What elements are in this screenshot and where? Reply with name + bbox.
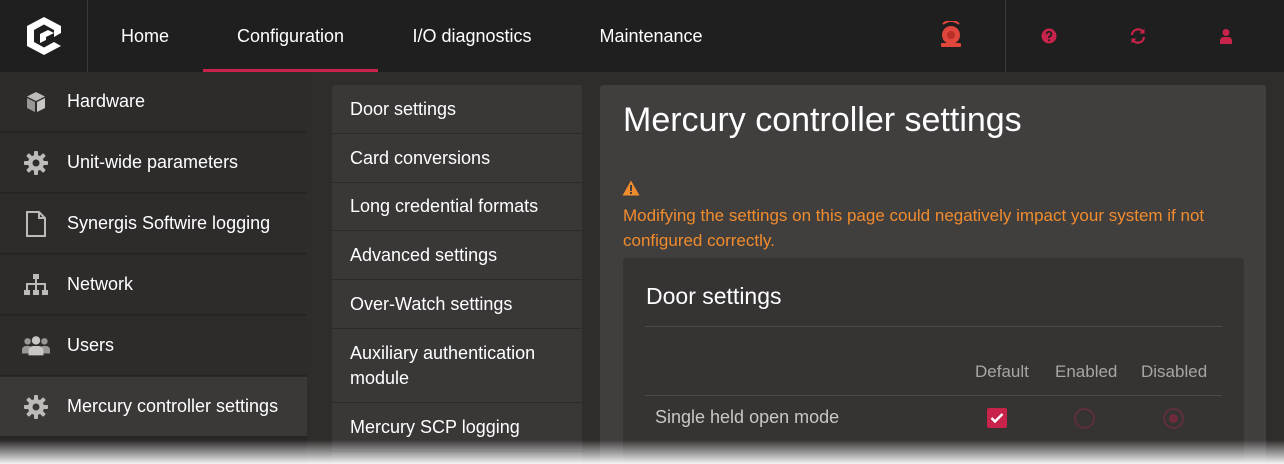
nav-configuration-label: Configuration [236,25,345,46]
sidebar-item-label: Mercury controller settings [67,396,279,416]
sidebar: Hardware Unit-wide parameters Synergis S… [0,72,307,464]
alarm-bell-icon [941,21,961,47]
default-checkbox[interactable] [987,408,1007,428]
gear-icon [22,393,50,421]
column-header-enabled: Enabled [1055,362,1118,381]
nav-home-label: Home [120,25,169,46]
submenu-item-mercury-scp-logging[interactable]: Mercury SCP logging [332,403,582,452]
warning-icon [622,180,640,201]
submenu-item-long-credential-formats[interactable]: Long credential formats [332,183,582,231]
divider [645,326,1222,327]
disabled-radio[interactable] [1163,408,1184,429]
sidebar-item-label: Users [67,335,115,355]
app-logo[interactable] [0,0,88,72]
sidebar-item-label: Hardware [67,91,146,111]
sidebar-item-label: Unit-wide parameters [67,152,239,172]
divider [645,395,1222,396]
door-settings-card: Door settings Default Enabled Disabled S… [623,258,1244,464]
nav-home[interactable]: Home [88,0,202,72]
submenu-item-label: Card conversions [350,147,491,168]
nav-io-diagnostics-label: I/O diagnostics [412,25,532,46]
sidebar-item-unit-wide-parameters[interactable]: Unit-wide parameters [0,133,307,193]
sidebar-item-label: Synergis Softwire logging [67,213,271,233]
sidebar-item-network[interactable]: Network [0,255,307,315]
submenu-item-door-settings[interactable]: Door settings [332,85,582,134]
help-icon [1041,28,1057,44]
sidebar-item-softwire-logging[interactable]: Synergis Softwire logging [0,194,307,254]
card-title: Door settings [646,283,782,309]
submenu-item-card-conversions[interactable]: Card conversions [332,134,582,183]
submenu-item-label: Auxiliary authentication module [350,342,536,388]
sidebar-item-label: Network [67,274,134,294]
nav-configuration[interactable]: Configuration [203,0,378,72]
users-icon [22,332,50,360]
nav-maintenance-label: Maintenance [599,25,703,46]
main-panel: Mercury controller settings Modifying th… [600,85,1266,464]
submenu-item-label: Over-Watch settings [350,293,513,314]
sidebar-item-mercury-controller-settings[interactable]: Mercury controller settings [0,377,307,437]
user-menu-button[interactable] [1212,22,1240,50]
refresh-button[interactable] [1124,22,1152,50]
help-button[interactable] [1035,22,1063,50]
nav-maintenance[interactable]: Maintenance [566,0,736,72]
settings-submenu: Door settings Card conversions Long cred… [332,85,582,464]
column-header-default: Default [975,362,1029,381]
genetec-logo-icon [26,17,61,55]
column-header-disabled: Disabled [1141,362,1208,381]
setting-label-single-held-open-mode: Single held open mode [655,407,840,427]
cube-icon [22,88,50,116]
alarm-bell-button[interactable] [936,20,966,50]
submenu-item-label: Long credential formats [350,196,539,216]
refresh-icon [1130,28,1146,44]
top-navigation-bar: Home Configuration I/O diagnostics Maint… [0,0,1284,72]
gear-icon [22,149,50,177]
submenu-item-label: Mercury SCP logging [350,416,520,437]
user-icon [1220,29,1232,44]
submenu-item-label: Door settings [350,98,457,119]
enabled-radio[interactable] [1074,408,1095,429]
submenu-item-label: Advanced settings [350,244,498,265]
checkmark-icon [990,413,1004,424]
sidebar-item-hardware[interactable]: Hardware [0,72,307,132]
sidebar-item-users[interactable]: Users [0,316,307,376]
toolbar-divider [1005,0,1006,72]
submenu-item-advanced-settings[interactable]: Advanced settings [332,231,582,280]
document-icon [22,210,50,238]
submenu-item-over-watch-settings[interactable]: Over-Watch settings [332,280,582,329]
page-title: Mercury controller settings [623,101,1022,139]
nav-io-diagnostics[interactable]: I/O diagnostics [378,0,566,72]
submenu-item-auxiliary-authentication-module[interactable]: Auxiliary authentication module [332,329,582,403]
network-icon [22,271,50,299]
warning-message: Modifying the settings on this page coul… [623,206,1205,250]
